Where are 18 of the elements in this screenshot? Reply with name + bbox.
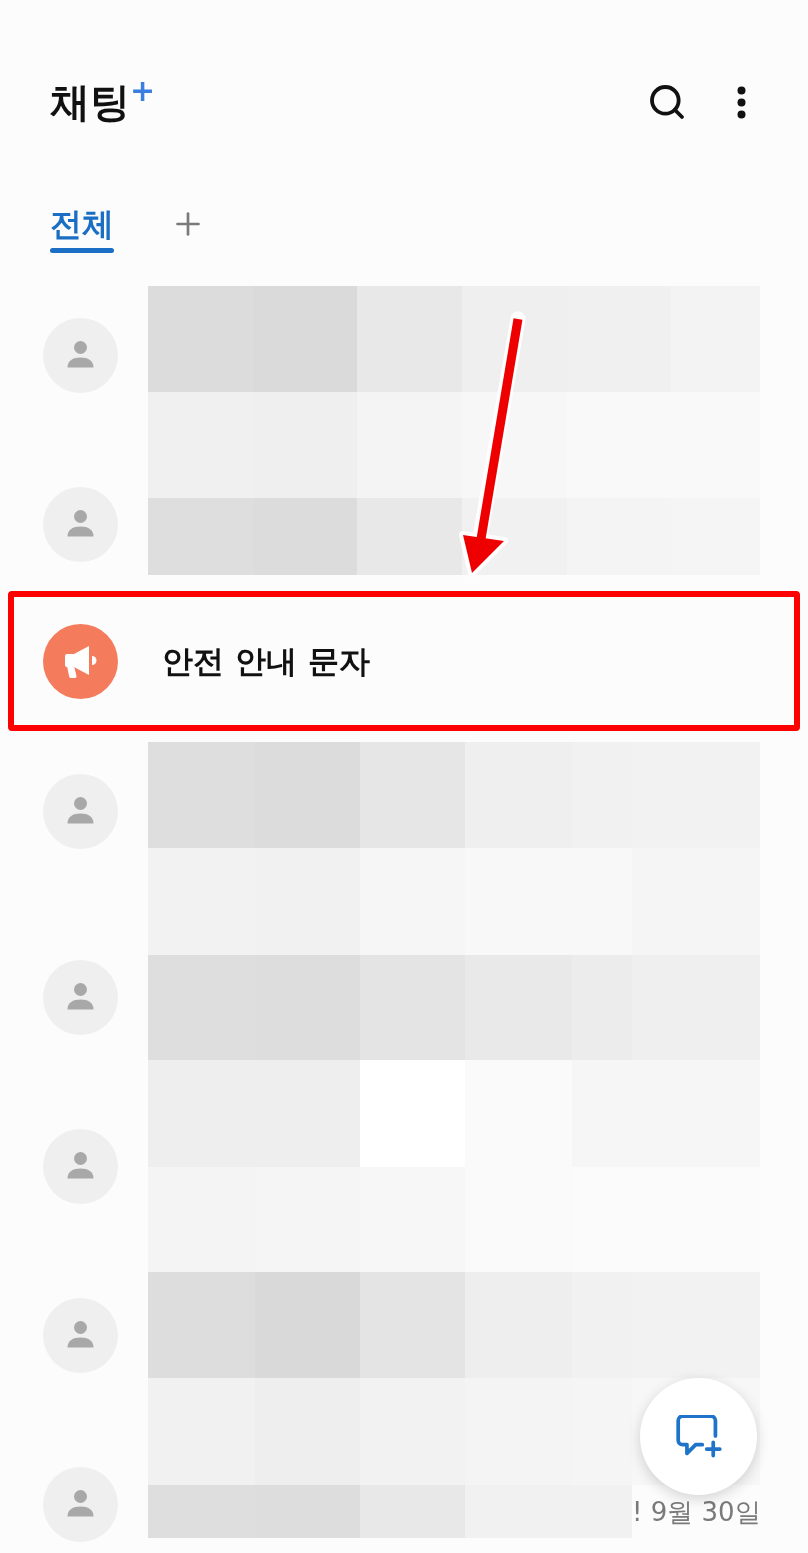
chat-name: 안전 안내 문자 bbox=[162, 642, 370, 681]
app-title: 채팅 bbox=[50, 78, 130, 127]
search-icon bbox=[647, 82, 687, 122]
tab[interactable]: 전체 bbox=[50, 204, 114, 253]
search-button[interactable] bbox=[647, 82, 687, 122]
person-avatar-icon bbox=[43, 1298, 118, 1373]
chat-date: ! 9월 30일 bbox=[632, 1495, 761, 1528]
person-avatar-icon bbox=[43, 1129, 118, 1204]
title-plus-mark: + bbox=[130, 76, 156, 106]
chat-plus-icon bbox=[675, 1414, 722, 1459]
person-avatar-icon bbox=[43, 487, 118, 562]
more-options-button[interactable] bbox=[737, 85, 746, 119]
more-options-icon bbox=[737, 85, 746, 119]
person-avatar-icon bbox=[43, 318, 118, 393]
person-avatar-icon bbox=[43, 774, 118, 849]
megaphone-icon bbox=[43, 623, 118, 699]
person-avatar-icon bbox=[43, 1467, 118, 1542]
person-avatar-icon bbox=[43, 960, 118, 1035]
